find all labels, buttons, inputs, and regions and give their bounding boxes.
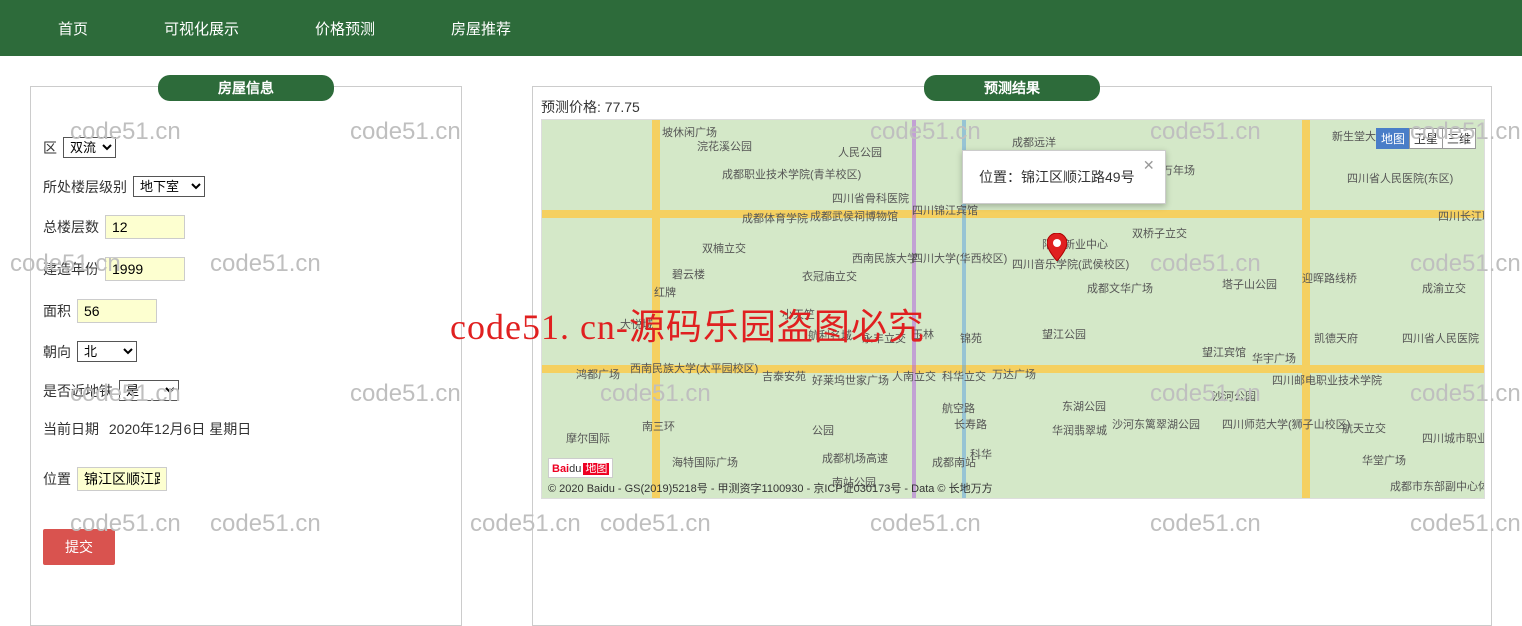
near-subway-select[interactable]: 是 [119, 380, 179, 401]
map-poi-label: 永丰立交 [862, 330, 906, 346]
map-poi-label: 塔子山公园 [1222, 276, 1277, 292]
map-poi-label: 凯德天府 [1314, 330, 1358, 346]
map-poi-label: 航天立交 [1342, 420, 1386, 436]
map-poi-label: 双楠立交 [702, 240, 746, 256]
map-poi-label: 沙河东篱翠湖公园 [1112, 416, 1200, 432]
navbar: 首页 可视化展示 价格预测 房屋推荐 [0, 0, 1522, 56]
map-poi-label: 长寿路 [954, 416, 987, 432]
map-poi-label: 望江公园 [1042, 326, 1086, 342]
map-poi-label: 四川音乐学院(武侯校区) [1012, 256, 1129, 272]
map-poi-label: 四川师范大学(狮子山校区) [1222, 416, 1350, 432]
map-poi-label: 西南民族大学 [852, 250, 918, 266]
map-poi-label: 大悦城 [620, 316, 653, 332]
current-date-value: 2020年12月6日 星期日 [109, 419, 251, 439]
nav-home[interactable]: 首页 [20, 18, 126, 39]
map-poi-label: 小天竺 [782, 306, 815, 322]
build-year-input[interactable] [105, 257, 185, 281]
nav-price-predict[interactable]: 价格预测 [277, 18, 413, 39]
map-poi-label: 华宇广场 [1252, 350, 1296, 366]
area-input[interactable] [77, 299, 157, 323]
nav-house-recommend[interactable]: 房屋推荐 [413, 18, 549, 39]
map-poi-label: 碧云楼 [672, 266, 705, 282]
map-copyright: © 2020 Baidu - GS(2019)5218号 - 甲测资字11009… [548, 480, 993, 496]
map-poi-label: 航利名城 [808, 327, 852, 343]
area-label: 面积 [43, 301, 71, 321]
map-poi-label: 科华立交 [942, 368, 986, 384]
map-poi-label: 好莱坞世家广场 [812, 372, 889, 388]
map-poi-label: 四川省人民医院(东区) [1347, 170, 1453, 186]
map-poi-label: 东湖公园 [1062, 398, 1106, 414]
map-poi-label: 成都文华广场 [1087, 280, 1153, 296]
map-poi-label: 海特国际广场 [672, 454, 738, 470]
map-poi-label: 成都远洋 [1012, 134, 1056, 150]
district-select[interactable]: 双流 [63, 137, 116, 158]
map-poi-label: 成都体育学院 [742, 210, 808, 226]
map-poi-label: 鸿都广场 [576, 366, 620, 382]
current-date-label: 当前日期 [43, 419, 99, 439]
map-poi-label: 华堂广场 [1362, 452, 1406, 468]
map-info-window: ✕ 位置：锦江区顺江路49号 [962, 150, 1166, 204]
map-poi-label: 四川邮电职业技术学院 [1272, 372, 1382, 388]
nav-visualization[interactable]: 可视化展示 [126, 18, 277, 39]
map-poi-label: 衣冠庙立交 [802, 268, 857, 284]
result-panel: 预测结果 预测价格: 77.75 坡休闲广场浣花溪公园人民公园成都远洋新生堂大厦… [532, 86, 1492, 626]
map-poi-label: 公园 [812, 422, 834, 438]
total-floors-label: 总楼层数 [43, 217, 99, 237]
map-poi-label: 四川锦江宾馆 [912, 202, 978, 218]
map-poi-label: 人南立交 [892, 368, 936, 384]
map-poi-label: 航空路 [942, 400, 975, 416]
map-type-satellite[interactable]: 卫星 [1409, 128, 1443, 149]
map-poi-label: 双桥子立交 [1132, 225, 1187, 241]
map-poi-label: 华润翡翠城 [1052, 422, 1107, 438]
map-container[interactable]: 坡休闲广场浣花溪公园人民公园成都远洋新生堂大厦万年场成都职业技术学院(青羊校区)… [541, 119, 1485, 499]
near-subway-label: 是否近地铁 [43, 381, 113, 401]
map-poi-label: 成都机场高速 [822, 450, 888, 466]
map-poi-label: 锦苑 [960, 330, 982, 346]
map-poi-label: 沙河公园 [1212, 388, 1256, 404]
map-type-normal[interactable]: 地图 [1376, 128, 1410, 149]
floor-level-select[interactable]: 地下室 [133, 176, 205, 197]
total-floors-input[interactable] [105, 215, 185, 239]
map-poi-label: 人民公园 [838, 144, 882, 160]
map-poi-label: 迎晖路线桥 [1302, 270, 1357, 286]
map-poi-label: 四川大学(华西校区) [912, 250, 1007, 266]
map-logo: Baidu地图 [548, 458, 613, 478]
map-poi-label: 西南民族大学(太平园校区) [630, 360, 758, 376]
form-panel: 房屋信息 区 双流 所处楼层级别 地下室 总楼层数 建造年份 面积 朝向 北 是… [30, 86, 462, 626]
submit-button[interactable]: 提交 [43, 529, 115, 565]
map-poi-label: 四川省骨科医院 [832, 190, 909, 206]
orientation-select[interactable]: 北 [77, 341, 137, 362]
district-label: 区 [43, 138, 57, 158]
map-type-control: 地图 卫星 三维 [1377, 128, 1476, 149]
form-panel-title: 房屋信息 [158, 75, 334, 101]
close-icon[interactable]: ✕ [1143, 157, 1155, 174]
map-poi-label: 红牌 [654, 284, 676, 300]
map-poi-label: 四川城市职业学院 [1422, 430, 1485, 446]
floor-level-label: 所处楼层级别 [43, 177, 127, 197]
result-panel-title: 预测结果 [924, 75, 1100, 101]
map-poi-label: 万年场 [1162, 162, 1195, 178]
map-poi-label: 四川省人民医院 [1402, 330, 1479, 346]
map-poi-label: 吉泰安苑 [762, 368, 806, 384]
map-poi-label: 玉林 [912, 326, 934, 342]
location-label: 位置 [43, 469, 71, 489]
location-input[interactable] [77, 467, 167, 491]
map-poi-label: 成都武侯祠博物馆 [810, 208, 898, 224]
orientation-label: 朝向 [43, 342, 71, 362]
map-marker-icon[interactable] [1047, 233, 1067, 261]
map-poi-label: 科华 [970, 446, 992, 462]
map-poi-label: 浣花溪公园 [697, 138, 752, 154]
map-poi-label: 望江宾馆 [1202, 344, 1246, 360]
map-poi-label: 四川长江职业学院 [1438, 208, 1485, 224]
map-poi-label: 成都职业技术学院(青羊校区) [722, 166, 861, 182]
map-poi-label: 万达广场 [992, 366, 1036, 382]
map-poi-label: 南三环 [642, 418, 675, 434]
map-poi-label: 摩尔国际 [566, 430, 610, 446]
build-year-label: 建造年份 [43, 259, 99, 279]
map-type-3d[interactable]: 三维 [1442, 128, 1476, 149]
map-poi-label: 成都市东部副中心体育景观公园 [1390, 478, 1485, 494]
map-poi-label: 成渝立交 [1422, 280, 1466, 296]
